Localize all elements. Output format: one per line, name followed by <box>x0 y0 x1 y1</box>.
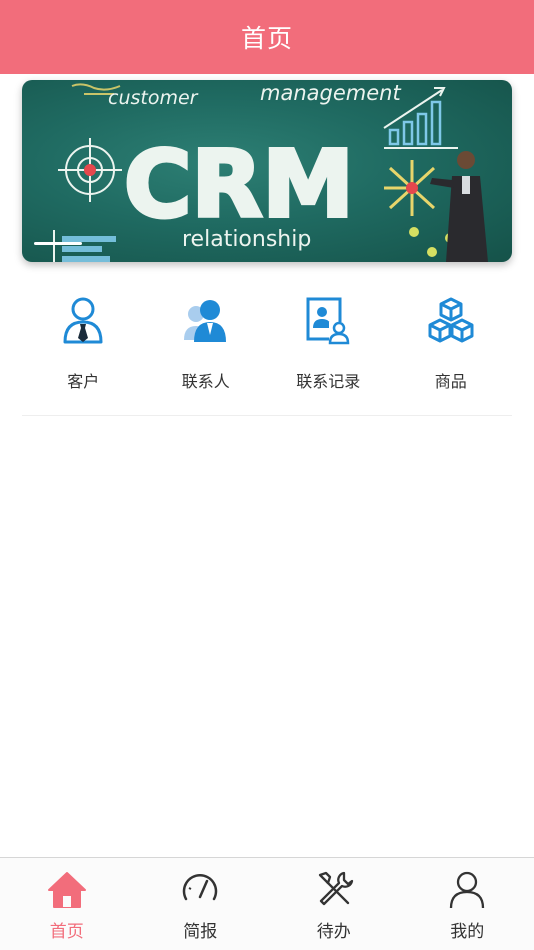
banner-text-crm: CRM <box>124 131 354 238</box>
tab-label: 我的 <box>450 922 485 942</box>
section-divider <box>22 415 512 416</box>
gauge-icon <box>179 868 221 910</box>
tab-label: 首页 <box>49 922 84 942</box>
user-icon <box>446 868 488 910</box>
tab-label: 待办 <box>316 922 351 942</box>
products-icon <box>426 296 476 346</box>
tab-mine[interactable]: 我的 <box>401 858 534 950</box>
contact-record-icon <box>303 296 353 346</box>
menu-item-contact-record[interactable]: 联系记录 <box>267 296 390 396</box>
tab-report[interactable]: 简报 <box>134 858 268 950</box>
tab-home[interactable]: 首页 <box>0 858 134 950</box>
contacts-icon <box>181 296 231 346</box>
banner-text-customer: customer <box>108 87 199 109</box>
banner-text-management: management <box>260 81 401 105</box>
menu-item-label: 联系记录 <box>296 372 361 391</box>
banner-image: customer management CRM relationship <box>53 81 488 262</box>
app-root: 首页 customer management CRM relationship … <box>0 0 534 950</box>
bottom-tab-bar: 首页 简报 待办 我的 <box>0 857 534 950</box>
banner-carousel[interactable]: customer management CRM relationship <box>22 80 512 262</box>
banner-text-relationship: relationship <box>182 227 311 252</box>
tab-todo[interactable]: 待办 <box>267 858 401 950</box>
menu-item-customer[interactable]: 客户 <box>22 296 145 396</box>
menu-item-label: 商品 <box>434 372 467 391</box>
tools-icon <box>313 868 355 910</box>
quick-menu: 客户 联系人 联系记录 商品 <box>22 296 512 396</box>
menu-item-products[interactable]: 商品 <box>390 296 513 396</box>
menu-item-label: 联系人 <box>181 372 230 391</box>
page-title: 首页 <box>240 24 293 53</box>
menu-item-contacts[interactable]: 联系人 <box>145 296 268 396</box>
menu-item-label: 客户 <box>67 372 100 391</box>
navigation-bar: 首页 <box>0 0 534 74</box>
home-icon <box>46 868 88 910</box>
tab-label: 简报 <box>183 922 218 942</box>
carousel-indicator[interactable] <box>34 242 82 245</box>
customer-icon <box>58 296 108 346</box>
